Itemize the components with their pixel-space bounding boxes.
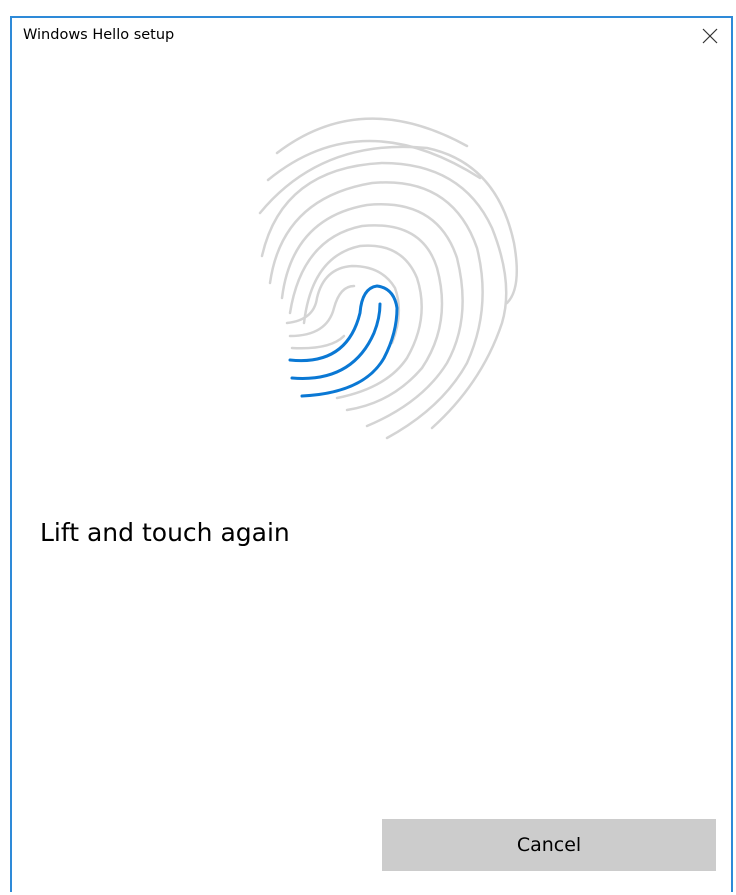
- window-title: Windows Hello setup: [23, 27, 175, 43]
- title-bar: Windows Hello setup: [12, 18, 731, 56]
- close-button[interactable]: [691, 18, 729, 54]
- close-icon: [702, 28, 718, 44]
- status-message: Lift and touch again: [40, 518, 290, 547]
- cancel-button[interactable]: Cancel: [382, 819, 716, 871]
- fingerprint-graphic: [252, 108, 522, 448]
- dialog-window: Windows Hello setup Lift and touch again…: [10, 16, 733, 892]
- fingerprint-icon: [258, 117, 519, 440]
